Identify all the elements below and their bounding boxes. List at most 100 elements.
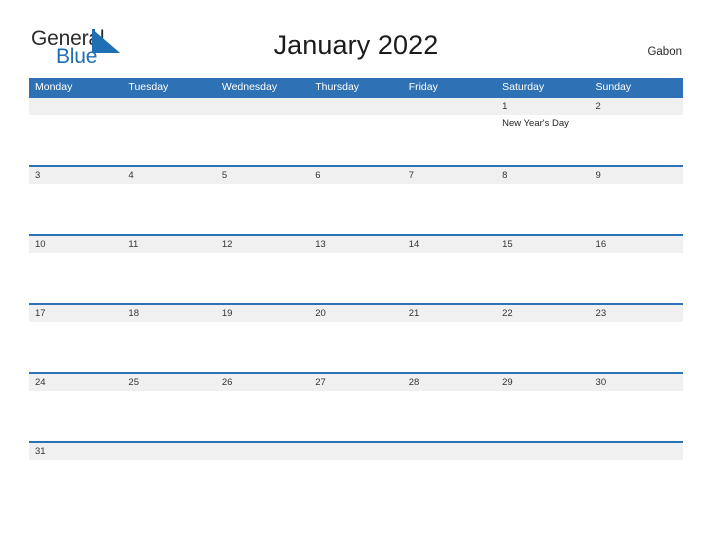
day-cell [403, 460, 496, 510]
weekday-header-thursday: Thursday [315, 81, 360, 93]
day-event-band [29, 253, 683, 303]
day-cell[interactable] [496, 391, 589, 441]
day-number-18[interactable]: 18 [122, 305, 215, 322]
weekday-header-saturday: Saturday [502, 81, 545, 93]
day-number-20[interactable]: 20 [309, 305, 402, 322]
day-cell[interactable] [309, 253, 402, 303]
day-cell[interactable] [590, 115, 683, 165]
day-number-empty [403, 98, 496, 115]
calendar-weeks: 1 2 New Year's Day 3 4 5 6 7 8 9 10 11 12 13 14 15 16 17 1… [29, 96, 683, 510]
day-cell[interactable] [496, 184, 589, 234]
day-cell [29, 115, 122, 165]
day-number-1[interactable]: 1 [496, 98, 589, 115]
page-title: January 2022 [273, 30, 439, 60]
day-cell [122, 115, 215, 165]
weekday-header-wednesday: Wednesday [221, 81, 278, 93]
calendar-week-row: 1 2 New Year's Day [29, 96, 683, 165]
day-number-band: 10 11 12 13 14 15 16 [29, 236, 683, 253]
day-number-23[interactable]: 23 [590, 305, 683, 322]
day-number-29[interactable]: 29 [496, 374, 589, 391]
day-number-4[interactable]: 4 [122, 167, 215, 184]
day-number-empty [309, 98, 402, 115]
day-cell [309, 115, 402, 165]
day-cell[interactable] [309, 184, 402, 234]
day-number-band: 31 [29, 443, 683, 460]
day-cell[interactable] [403, 184, 496, 234]
weekday-header-friday: Friday [408, 81, 438, 93]
day-number-9[interactable]: 9 [590, 167, 683, 184]
day-number-30[interactable]: 30 [590, 374, 683, 391]
day-cell[interactable] [590, 184, 683, 234]
day-number-25[interactable]: 25 [122, 374, 215, 391]
day-cell[interactable] [403, 253, 496, 303]
day-number-6[interactable]: 6 [309, 167, 402, 184]
day-cell[interactable] [309, 322, 402, 372]
day-cell[interactable] [29, 184, 122, 234]
day-cell[interactable] [216, 184, 309, 234]
day-event-band [29, 322, 683, 372]
day-cell [590, 460, 683, 510]
day-number-2[interactable]: 2 [590, 98, 683, 115]
calendar-week-row: 17 18 19 20 21 22 23 [29, 303, 683, 372]
day-cell[interactable] [29, 253, 122, 303]
day-number-band: 17 18 19 20 21 22 23 [29, 305, 683, 322]
day-number-22[interactable]: 22 [496, 305, 589, 322]
day-cell [403, 115, 496, 165]
weekday-header-tuesday: Tuesday [128, 81, 169, 93]
day-number-12[interactable]: 12 [216, 236, 309, 253]
calendar-week-row: 31 [29, 441, 683, 510]
day-cell[interactable] [122, 391, 215, 441]
weekday-header-row: Monday Tuesday Wednesday Thursday Friday Satu… [29, 78, 683, 96]
day-number-empty [403, 443, 496, 460]
day-cell[interactable] [496, 322, 589, 372]
day-cell[interactable] [590, 391, 683, 441]
day-cell[interactable] [590, 253, 683, 303]
day-number-13[interactable]: 13 [309, 236, 402, 253]
day-cell[interactable] [29, 460, 122, 510]
day-number-21[interactable]: 21 [403, 305, 496, 322]
day-cell[interactable] [403, 322, 496, 372]
day-cell[interactable] [122, 184, 215, 234]
day-number-15[interactable]: 15 [496, 236, 589, 253]
page-header: General Blue January 2022 Gabon [0, 0, 712, 76]
day-number-24[interactable]: 24 [29, 374, 122, 391]
day-number-28[interactable]: 28 [403, 374, 496, 391]
day-number-27[interactable]: 27 [309, 374, 402, 391]
day-cell[interactable] [403, 391, 496, 441]
calendar-week-row: 10 11 12 13 14 15 16 [29, 234, 683, 303]
day-cell[interactable] [122, 322, 215, 372]
day-number-16[interactable]: 16 [590, 236, 683, 253]
day-number-empty [216, 443, 309, 460]
day-cell[interactable]: New Year's Day [496, 115, 589, 165]
day-number-19[interactable]: 19 [216, 305, 309, 322]
day-number-empty [309, 443, 402, 460]
day-number-10[interactable]: 10 [29, 236, 122, 253]
day-number-band: 3456789 [29, 167, 683, 184]
day-cell[interactable] [122, 253, 215, 303]
day-cell[interactable] [29, 322, 122, 372]
day-cell [309, 460, 402, 510]
day-cell[interactable] [496, 253, 589, 303]
day-number-band: 12 [29, 98, 683, 115]
day-number-26[interactable]: 26 [216, 374, 309, 391]
day-cell[interactable] [309, 391, 402, 441]
day-cell[interactable] [590, 322, 683, 372]
day-cell[interactable] [29, 391, 122, 441]
day-number-31[interactable]: 31 [29, 443, 122, 460]
weekday-header-sunday: Sunday [595, 81, 632, 93]
day-number-8[interactable]: 8 [496, 167, 589, 184]
calendar-week-row: 24 25 26 27 28 29 30 [29, 372, 683, 441]
day-cell[interactable] [216, 322, 309, 372]
day-number-11[interactable]: 11 [122, 236, 215, 253]
day-cell[interactable] [216, 253, 309, 303]
day-number-7[interactable]: 7 [403, 167, 496, 184]
day-number-3[interactable]: 3 [29, 167, 122, 184]
day-cell [216, 115, 309, 165]
day-cell[interactable] [216, 391, 309, 441]
day-number-5[interactable]: 5 [216, 167, 309, 184]
day-number-14[interactable]: 14 [403, 236, 496, 253]
day-cell [216, 460, 309, 510]
calendar-week-row: 3456789 [29, 165, 683, 234]
day-number-band: 24 25 26 27 28 29 30 [29, 374, 683, 391]
day-number-17[interactable]: 17 [29, 305, 122, 322]
